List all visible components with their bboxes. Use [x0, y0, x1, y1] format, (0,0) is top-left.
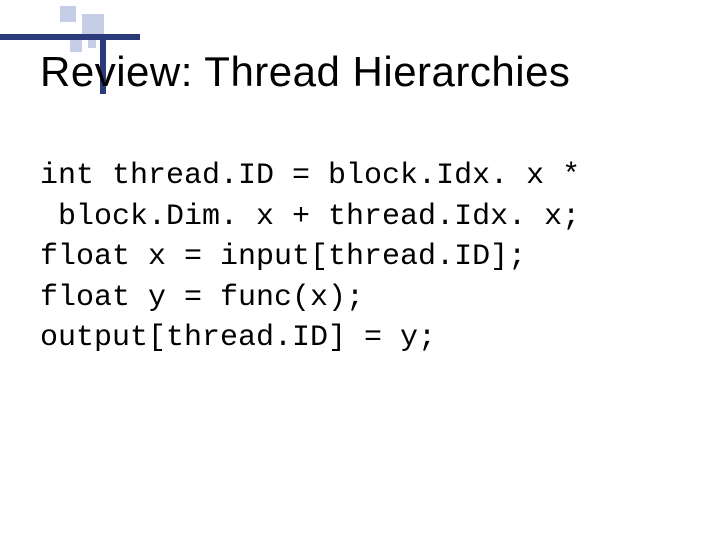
- code-line: output[thread.ID] = y;: [40, 321, 436, 355]
- code-line: int thread.ID = block.Idx. x *: [40, 159, 580, 193]
- slide-body: Review: Thread Hierarchies int thread.ID…: [0, 0, 720, 540]
- code-line: float y = func(x);: [40, 281, 364, 315]
- code-line: block.Dim. x + thread.Idx. x;: [40, 200, 580, 234]
- slide-title: Review: Thread Hierarchies: [40, 48, 680, 96]
- code-block: int thread.ID = block.Idx. x * block.Dim…: [40, 156, 680, 359]
- code-line: float x = input[thread.ID];: [40, 240, 526, 274]
